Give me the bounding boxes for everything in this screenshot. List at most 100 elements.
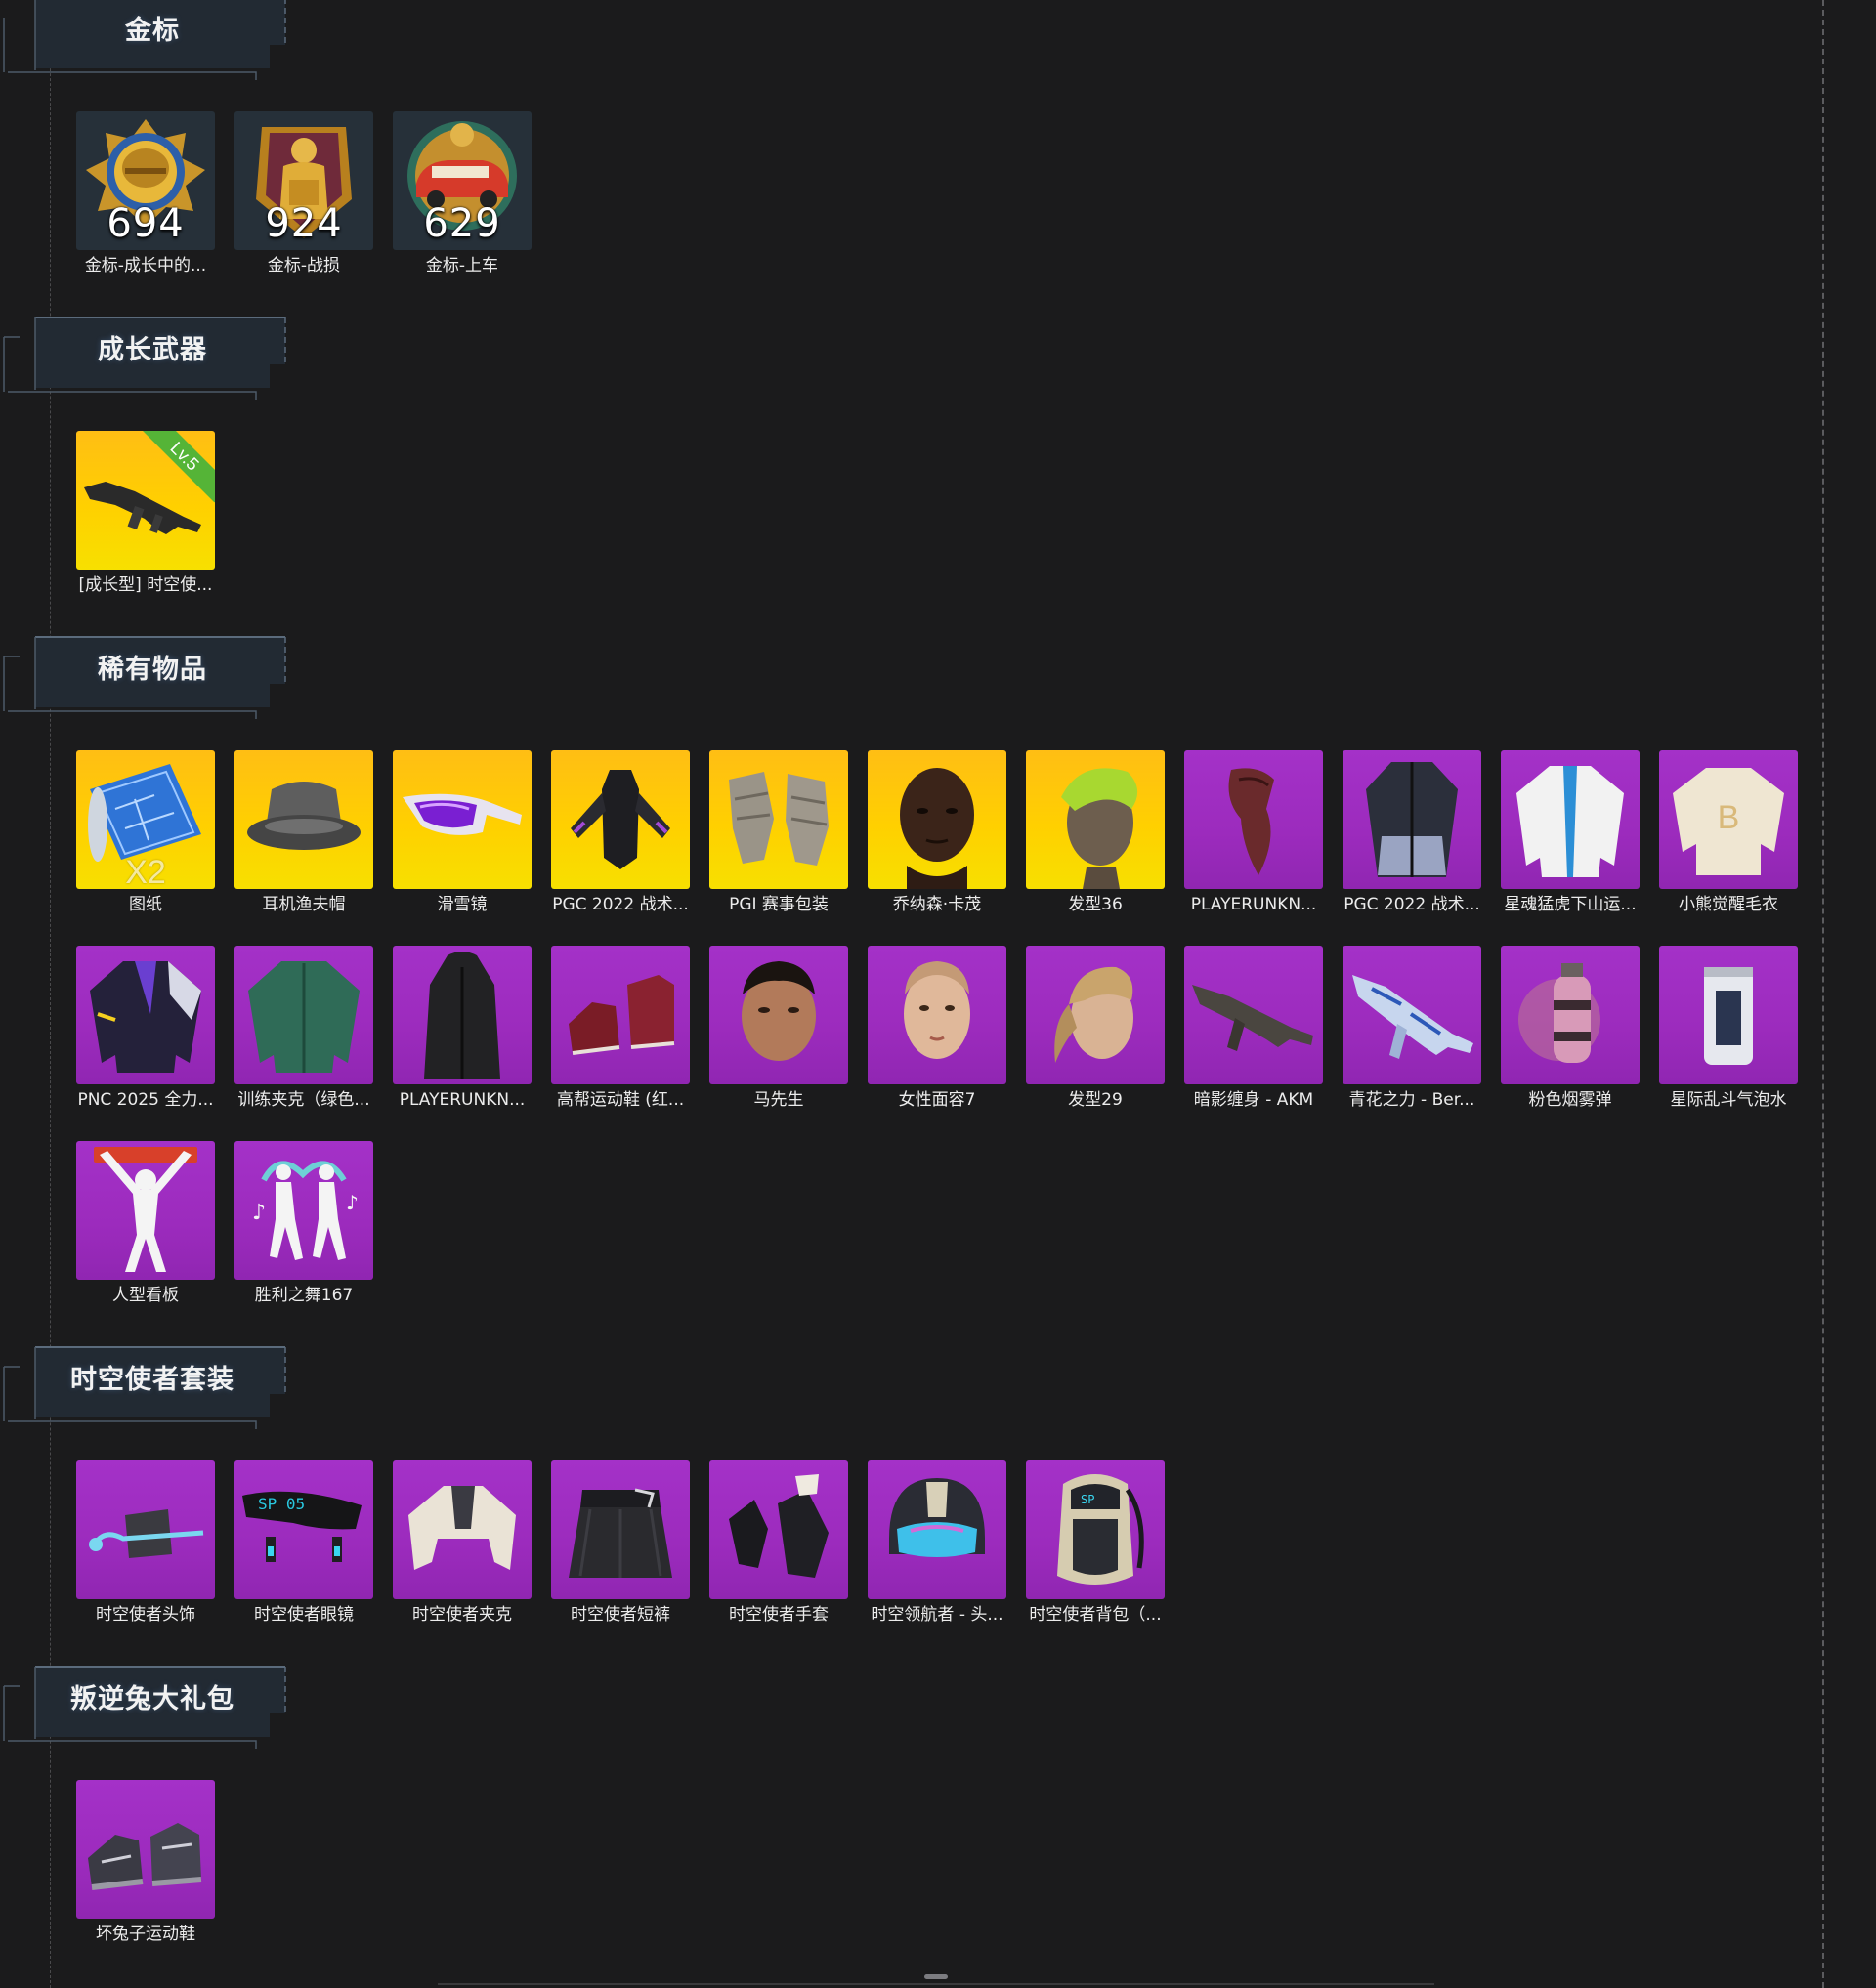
item-card[interactable]: 高帮运动鞋 (红... (551, 946, 690, 1121)
item-card[interactable]: 时空使者头饰 (76, 1460, 215, 1636)
sneakers-icon (551, 946, 690, 1084)
item-card[interactable]: SP 时空使者背包（... (1026, 1460, 1165, 1636)
item-label: PGI 赛事包装 (729, 895, 829, 914)
crop-jacket-icon (393, 1460, 532, 1599)
item-card[interactable]: 滑雪镜 (393, 750, 532, 926)
item-label: 时空使者夹克 (412, 1605, 512, 1625)
section-title: 金标 (125, 16, 180, 46)
smoke-grenade-icon (1501, 946, 1640, 1084)
svg-text:SP 05: SP 05 (258, 1495, 305, 1513)
item-label: 图纸 (129, 895, 162, 914)
gloves-icon (709, 1460, 848, 1599)
item-card[interactable]: 人型看板 (76, 1141, 215, 1317)
jacket-icon (1501, 750, 1640, 889)
item-card[interactable]: 发型29 (1026, 946, 1165, 1121)
item-label: PGC 2022 战术... (552, 895, 689, 914)
hand-wrap-icon (709, 750, 848, 889)
item-card[interactable]: ♪ ♪ 胜利之舞167 (234, 1141, 373, 1317)
green-jacket-icon (234, 946, 373, 1084)
hairstyle-icon (1026, 750, 1165, 889)
item-card[interactable]: 耳机渔夫帽 (234, 750, 373, 926)
item-card[interactable]: B 小熊觉醒毛衣 (1659, 750, 1798, 926)
item-label: 发型36 (1068, 895, 1123, 914)
svg-text:♪: ♪ (346, 1191, 359, 1214)
item-card[interactable]: 694 金标-成长中的... (76, 111, 215, 287)
item-label: 时空使者短裤 (571, 1605, 670, 1625)
item-label: 坏兔子运动鞋 (96, 1925, 195, 1944)
scroll-handle[interactable] (924, 1974, 948, 1979)
item-card[interactable]: PGC 2022 战术... (1343, 750, 1481, 926)
section-header: 时空使者套装 (0, 1337, 293, 1431)
item-label: 时空使者眼镜 (254, 1605, 354, 1625)
item-card[interactable]: 星际乱斗气泡水 (1659, 946, 1798, 1121)
item-card[interactable]: 629 金标-上车 (393, 111, 532, 287)
svg-text:♪: ♪ (252, 1201, 266, 1225)
item-card[interactable]: 马先生 (709, 946, 848, 1121)
item-label: 金标-战损 (267, 256, 341, 275)
item-label: 发型29 (1068, 1090, 1123, 1110)
section-rare-items: 稀有物品 X2 图纸 耳机渔夫帽 滑雪镜 PGC 2022 战术... PGI … (0, 627, 1876, 1331)
item-label: PLAYERUNKN... (1190, 895, 1317, 914)
dancing-figures-icon: ♪ ♪ (234, 1141, 373, 1280)
gold-medal-soldier-icon: 924 (234, 111, 373, 250)
soda-can-icon (1659, 946, 1798, 1084)
medal-number: 629 (423, 201, 501, 246)
jacket-icon (76, 946, 215, 1084)
item-card[interactable]: 时空使者夹克 (393, 1460, 532, 1636)
item-card[interactable]: PLAYERUNKN... (1184, 750, 1323, 926)
item-label: 星魂猛虎下山运... (1504, 895, 1637, 914)
item-card[interactable]: PLAYERUNKN... (393, 946, 532, 1121)
medal-number: 924 (265, 201, 343, 246)
item-card[interactable]: 时空使者短裤 (551, 1460, 690, 1636)
gold-medal-helmet-icon: 694 (76, 111, 215, 250)
quantity-overlay: X2 (125, 854, 166, 889)
long-coat-icon (393, 946, 532, 1084)
item-card[interactable]: PGI 赛事包装 (709, 750, 848, 926)
gold-medal-car-icon: 629 (393, 111, 532, 250)
item-label: 时空领航者 - 头... (871, 1605, 1003, 1625)
male-face-icon (709, 946, 848, 1084)
item-label: 粉色烟雾弹 (1528, 1090, 1612, 1110)
item-label: 女性面容7 (898, 1090, 976, 1110)
item-card[interactable]: SP 05 时空使者眼镜 (234, 1460, 373, 1636)
male-face-icon (868, 750, 1006, 889)
item-card[interactable]: PNC 2025 全力... (76, 946, 215, 1121)
item-card[interactable]: 粉色烟雾弹 (1501, 946, 1640, 1121)
item-card[interactable]: 女性面容7 (868, 946, 1006, 1121)
section-header: 金标 (0, 0, 293, 82)
goggles-icon (393, 750, 532, 889)
female-face-icon (868, 946, 1006, 1084)
item-label: 训练夹克（绿色... (237, 1090, 370, 1110)
item-card[interactable]: 训练夹克（绿色... (234, 946, 373, 1121)
item-label: 胜利之舞167 (254, 1286, 354, 1305)
item-card[interactable]: 坏兔子运动鞋 (76, 1780, 215, 1956)
headpiece-icon (76, 1460, 215, 1599)
medal-number: 694 (107, 201, 185, 246)
section-gold-badges: 金标 694 金标-成长中的... 924 金标-战损 629 金标-上车 (0, 0, 1876, 283)
item-card[interactable]: 青花之力 - Ber... (1343, 946, 1481, 1121)
section-header: 叛逆兔大礼包 (0, 1657, 293, 1751)
rifle-icon: Lv.5 (76, 431, 215, 570)
svg-text:B: B (1718, 799, 1740, 836)
item-card[interactable]: PGC 2022 战术... (551, 750, 690, 926)
section-title: 成长武器 (98, 335, 207, 365)
item-card[interactable]: 乔纳森·卡茂 (868, 750, 1006, 926)
item-card[interactable]: 924 金标-战损 (234, 111, 373, 287)
section-header: 成长武器 (0, 308, 293, 402)
section-time-envoy-set: 时空使者套装 时空使者头饰 SP 05 时空使者眼镜 时空使者夹克 时空使者短裤… (0, 1337, 1876, 1630)
skirt-icon (551, 1460, 690, 1599)
item-card[interactable]: Lv.5 [成长型] 时空使... (76, 431, 215, 607)
item-card[interactable]: 暗影缠身 - AKM (1184, 946, 1323, 1121)
item-label: 耳机渔夫帽 (262, 895, 346, 914)
item-card[interactable]: 时空领航者 - 头... (868, 1460, 1006, 1636)
item-label: 小熊觉醒毛衣 (1679, 895, 1778, 914)
item-label: 时空使者手套 (729, 1605, 829, 1625)
section-growth-weapons: 成长武器 Lv.5 [成长型] 时空使... (0, 308, 1876, 601)
item-card[interactable]: 发型36 (1026, 750, 1165, 926)
item-card[interactable]: 时空使者手套 (709, 1460, 848, 1636)
item-card[interactable]: X2 图纸 (76, 750, 215, 926)
item-card[interactable]: 星魂猛虎下山运... (1501, 750, 1640, 926)
item-label: 时空使者头饰 (96, 1605, 195, 1625)
rifle-icon (1184, 946, 1323, 1084)
item-label: 马先生 (753, 1090, 804, 1110)
